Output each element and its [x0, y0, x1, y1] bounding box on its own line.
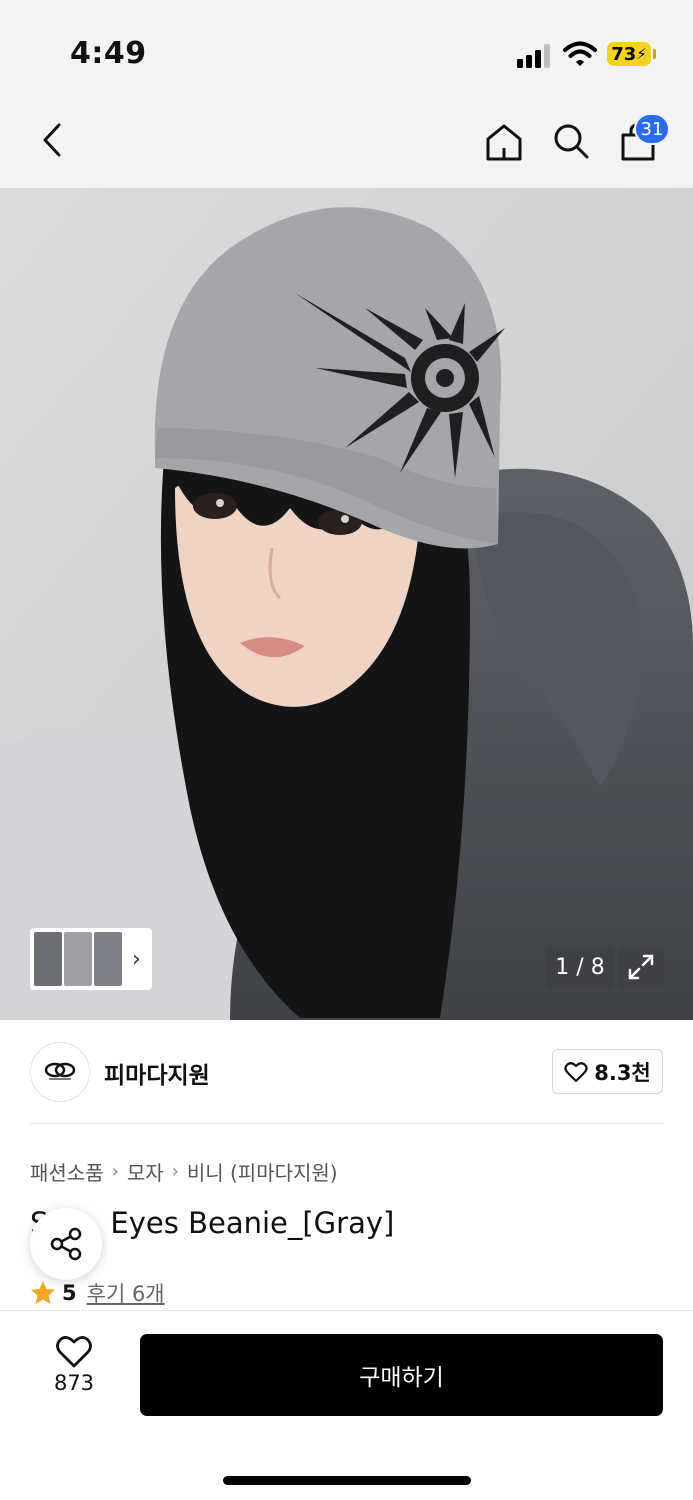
- heart-icon: [564, 1061, 588, 1082]
- heart-icon: [56, 1336, 92, 1368]
- signal-icon: [517, 44, 553, 68]
- wishlist-count: 873: [53, 1371, 95, 1395]
- chevron-right-icon: ›: [132, 946, 141, 972]
- home-indicator: [223, 1476, 471, 1485]
- back-icon: [43, 123, 61, 157]
- home-button[interactable]: [480, 118, 528, 166]
- thumbnail-1[interactable]: [34, 932, 62, 986]
- thumbnail-3[interactable]: [94, 932, 122, 986]
- brand-logo-icon: [44, 1062, 76, 1080]
- breadcrumb-item[interactable]: 모자: [127, 1157, 164, 1186]
- wifi-icon: [563, 40, 597, 68]
- top-nav-bar: [0, 100, 693, 188]
- divider: [30, 1123, 663, 1124]
- thumbnail-2[interactable]: [64, 932, 92, 986]
- battery-indicator: 73 ⚡: [607, 42, 651, 66]
- image-page-counter: 1 / 8: [545, 945, 615, 989]
- share-icon: [50, 1227, 82, 1261]
- bottom-action-bar: 873 구매하기: [0, 1310, 693, 1500]
- thumbnail-strip[interactable]: ›: [30, 928, 152, 990]
- cart-count-badge: 31: [634, 113, 670, 145]
- share-button[interactable]: [30, 1208, 102, 1280]
- breadcrumb-item[interactable]: 비니 (피마다지원): [187, 1157, 338, 1186]
- breadcrumb: 패션소품 › 모자 › 비니 (피마다지원): [30, 1157, 338, 1186]
- chevron-right-icon: ›: [111, 1161, 119, 1182]
- search-icon: [554, 124, 589, 159]
- status-bar: 4:49 73 ⚡: [0, 0, 693, 100]
- brand-row: 피마다지원 8.3천: [0, 1020, 693, 1124]
- rating-value: 5: [62, 1281, 77, 1305]
- product-title-text: Eyes Beanie_[Gray]: [110, 1206, 395, 1240]
- wishlist-button[interactable]: 873: [36, 1335, 112, 1415]
- brand-like-count: 8.3천: [594, 1060, 651, 1085]
- review-link[interactable]: 후기 6개: [87, 1278, 165, 1308]
- status-time: 4:49: [70, 36, 147, 71]
- chevron-right-icon: ›: [171, 1161, 179, 1182]
- buy-button[interactable]: 구매하기: [140, 1334, 663, 1416]
- brand-logo[interactable]: [30, 1042, 90, 1102]
- brand-name[interactable]: 피마다지원: [104, 1056, 210, 1090]
- back-button[interactable]: [30, 118, 74, 162]
- search-button[interactable]: [548, 118, 594, 164]
- product-image[interactable]: [0, 188, 693, 1020]
- brand-like-button[interactable]: 8.3천: [552, 1049, 663, 1094]
- home-icon: [486, 124, 522, 161]
- battery-level: 73: [611, 43, 637, 65]
- product-photo: [0, 188, 693, 1020]
- expand-image-button[interactable]: [618, 945, 664, 989]
- charging-icon: ⚡: [636, 45, 647, 63]
- battery-cap: [653, 49, 656, 59]
- expand-icon: [628, 954, 654, 980]
- star-icon: [31, 1281, 55, 1304]
- rating-row: 5 후기 6개: [30, 1278, 165, 1308]
- breadcrumb-item[interactable]: 패션소품: [30, 1157, 104, 1186]
